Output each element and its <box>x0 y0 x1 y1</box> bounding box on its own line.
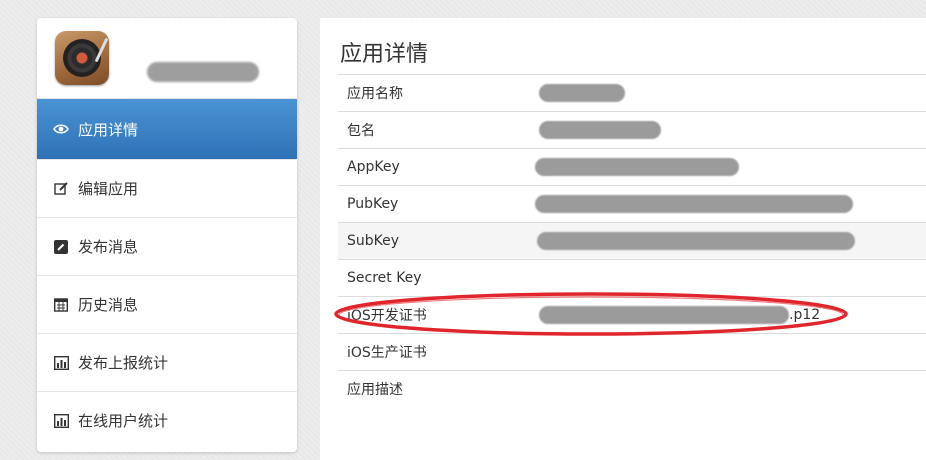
redacted-value <box>535 195 853 213</box>
row-label: Secret Key <box>347 270 422 286</box>
sidebar-item-publish-message[interactable]: 发布消息 <box>37 217 297 275</box>
row-label: 包名 <box>347 123 375 139</box>
table-row: Secret Key <box>338 259 926 297</box>
calendar-icon <box>53 297 69 313</box>
redacted-value <box>539 84 625 102</box>
row-value <box>527 223 926 260</box>
details-table: 应用名称 包名 AppKey PubKey SubKey Secret Key … <box>338 74 926 408</box>
redacted-value <box>539 121 661 139</box>
row-label: 应用名称 <box>347 86 403 102</box>
row-value <box>527 334 926 371</box>
row-value <box>527 112 926 149</box>
sidebar-item-report-stats[interactable]: 发布上报统计 <box>37 333 297 391</box>
row-label: 应用描述 <box>347 382 403 399</box>
sidebar-item-app-details[interactable]: 应用详情 <box>37 99 297 159</box>
row-label: AppKey <box>347 159 400 175</box>
sidebar-item-label: 发布上报统计 <box>78 354 169 372</box>
row-value <box>527 186 926 223</box>
sidebar-item-label: 发布消息 <box>78 238 139 256</box>
sidebar: 应用详情 编辑应用 发布消息 历史消息 发布上报统计 在线用户统计 <box>37 18 297 452</box>
table-row: 应用名称 <box>338 74 926 112</box>
sidebar-item-label: 在线用户统计 <box>78 412 169 430</box>
row-label: SubKey <box>347 233 400 249</box>
app-header <box>37 18 297 99</box>
page-title: 应用详情 <box>340 42 429 67</box>
redacted-value <box>537 232 855 250</box>
row-value <box>527 260 926 297</box>
app-icon <box>55 31 109 85</box>
table-row: SubKey <box>338 222 926 260</box>
bar-chart-icon <box>53 355 69 371</box>
bar-chart-icon <box>53 413 69 429</box>
sidebar-item-online-users[interactable]: 在线用户统计 <box>37 391 297 449</box>
row-value: .p12 <box>527 297 926 334</box>
table-row: PubKey <box>338 185 926 223</box>
app-name-redacted <box>147 62 259 82</box>
row-value <box>527 149 926 186</box>
sidebar-item-message-history[interactable]: 历史消息 <box>37 275 297 333</box>
sidebar-item-label: 编辑应用 <box>78 180 139 198</box>
edit-icon <box>53 181 69 197</box>
row-label: iOS开发证书 <box>347 308 427 324</box>
main-panel: 应用详情 应用名称 包名 AppKey PubKey SubKey Secret… <box>320 18 926 460</box>
row-value <box>527 371 926 408</box>
table-row: AppKey <box>338 148 926 186</box>
table-row: 包名 <box>338 111 926 149</box>
pencil-icon <box>53 239 69 255</box>
row-label: PubKey <box>347 196 399 212</box>
file-extension: .p12 <box>789 307 821 323</box>
table-row: iOS开发证书 .p12 <box>338 296 926 334</box>
row-label: iOS生产证书 <box>347 345 427 361</box>
row-value <box>527 75 926 112</box>
redacted-value <box>535 158 739 176</box>
sidebar-item-edit-app[interactable]: 编辑应用 <box>37 159 297 217</box>
redacted-value <box>539 306 789 324</box>
sidebar-item-label: 应用详情 <box>78 120 139 139</box>
sidebar-item-label: 历史消息 <box>78 296 139 314</box>
eye-icon <box>53 121 69 137</box>
table-row: 应用描述 <box>338 370 926 408</box>
table-row: iOS生产证书 <box>338 333 926 371</box>
